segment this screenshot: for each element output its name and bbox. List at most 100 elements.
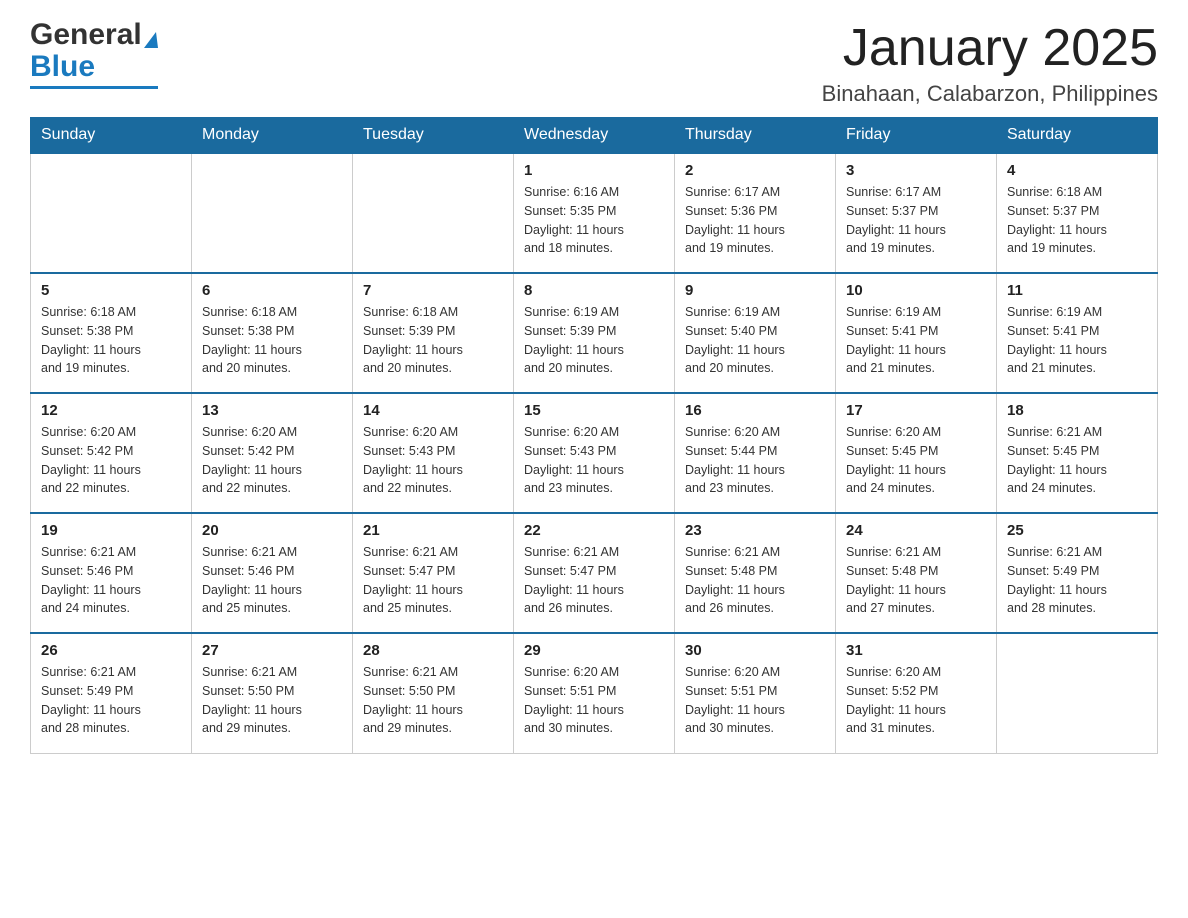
logo-general-text: General — [30, 20, 142, 50]
day-number: 10 — [846, 282, 986, 299]
calendar-cell: 14 Sunrise: 6:20 AM Sunset: 5:43 PM Dayli… — [353, 393, 514, 513]
calendar-week-row: 1Sunrise: 6:16 AM Sunset: 5:35 PM Daylig… — [31, 153, 1158, 273]
day-info: Sunrise: 6:20 AM Sunset: 5:52 PM Dayligh… — [846, 663, 986, 738]
day-number: 28 — [363, 642, 503, 659]
day-number: 31 — [846, 642, 986, 659]
day-number: 17 — [846, 402, 986, 419]
calendar-cell: 28 Sunrise: 6:21 AM Sunset: 5:50 PM Dayli… — [353, 633, 514, 753]
day-info: Sunrise: 6:21 AM Sunset: 5:46 PM Dayligh… — [41, 543, 181, 618]
day-number: 5 — [41, 282, 181, 299]
day-number: 19 — [41, 522, 181, 539]
day-info: Sunrise: 6:20 AM Sunset: 5:45 PM Dayligh… — [846, 423, 986, 498]
calendar-cell: 31 Sunrise: 6:20 AM Sunset: 5:52 PM Dayli… — [836, 633, 997, 753]
day-info: Sunrise: 6:18 AM Sunset: 5:38 PM Dayligh… — [41, 303, 181, 378]
day-info: Sunrise: 6:21 AM Sunset: 5:47 PM Dayligh… — [363, 543, 503, 618]
calendar-cell — [192, 153, 353, 273]
day-info: Sunrise: 6:17 AM Sunset: 5:36 PM Dayligh… — [685, 183, 825, 258]
day-info: Sunrise: 6:21 AM Sunset: 5:50 PM Dayligh… — [202, 663, 342, 738]
day-number: 25 — [1007, 522, 1147, 539]
calendar-cell: 23Sunrise: 6:21 AM Sunset: 5:48 PM Dayli… — [675, 513, 836, 633]
calendar-cell: 1Sunrise: 6:16 AM Sunset: 5:35 PM Daylig… — [514, 153, 675, 273]
day-number: 7 — [363, 282, 503, 299]
calendar-cell: 19 Sunrise: 6:21 AM Sunset: 5:46 PM Dayli… — [31, 513, 192, 633]
calendar-week-row: 12Sunrise: 6:20 AM Sunset: 5:42 PM Dayli… — [31, 393, 1158, 513]
day-info: Sunrise: 6:21 AM Sunset: 5:47 PM Dayligh… — [524, 543, 664, 618]
location-title: Binahaan, Calabarzon, Philippines — [822, 81, 1158, 107]
day-header-sunday: Sunday — [31, 118, 192, 154]
day-info: Sunrise: 6:18 AM Sunset: 5:38 PM Dayligh… — [202, 303, 342, 378]
calendar-cell: 10 Sunrise: 6:19 AM Sunset: 5:41 PM Dayli… — [836, 273, 997, 393]
day-info: Sunrise: 6:21 AM Sunset: 5:49 PM Dayligh… — [1007, 543, 1147, 618]
day-number: 23 — [685, 522, 825, 539]
day-info: Sunrise: 6:18 AM Sunset: 5:37 PM Dayligh… — [1007, 183, 1147, 258]
calendar-week-row: 19 Sunrise: 6:21 AM Sunset: 5:46 PM Dayli… — [31, 513, 1158, 633]
day-number: 11 — [1007, 282, 1147, 299]
day-number: 9 — [685, 282, 825, 299]
calendar-week-row: 5 Sunrise: 6:18 AM Sunset: 5:38 PM Daylig… — [31, 273, 1158, 393]
day-info: Sunrise: 6:21 AM Sunset: 5:48 PM Dayligh… — [846, 543, 986, 618]
day-info: Sunrise: 6:20 AM Sunset: 5:42 PM Dayligh… — [41, 423, 181, 498]
calendar-cell: 18Sunrise: 6:21 AM Sunset: 5:45 PM Dayli… — [997, 393, 1158, 513]
calendar-cell: 26Sunrise: 6:21 AM Sunset: 5:49 PM Dayli… — [31, 633, 192, 753]
day-info: Sunrise: 6:17 AM Sunset: 5:37 PM Dayligh… — [846, 183, 986, 258]
calendar-cell: 16 Sunrise: 6:20 AM Sunset: 5:44 PM Dayli… — [675, 393, 836, 513]
calendar-cell: 25 Sunrise: 6:21 AM Sunset: 5:49 PM Dayli… — [997, 513, 1158, 633]
day-header-friday: Friday — [836, 118, 997, 154]
day-number: 30 — [685, 642, 825, 659]
month-title: January 2025 — [822, 20, 1158, 77]
page-header: General Blue January 2025 Binahaan, Cala… — [30, 20, 1158, 107]
day-header-thursday: Thursday — [675, 118, 836, 154]
calendar-cell: 9 Sunrise: 6:19 AM Sunset: 5:40 PM Daylig… — [675, 273, 836, 393]
day-number: 21 — [363, 522, 503, 539]
calendar-cell: 27 Sunrise: 6:21 AM Sunset: 5:50 PM Dayli… — [192, 633, 353, 753]
calendar-cell: 4Sunrise: 6:18 AM Sunset: 5:37 PM Daylig… — [997, 153, 1158, 273]
day-info: Sunrise: 6:20 AM Sunset: 5:51 PM Dayligh… — [685, 663, 825, 738]
day-header-wednesday: Wednesday — [514, 118, 675, 154]
day-number: 22 — [524, 522, 664, 539]
calendar-cell: 13 Sunrise: 6:20 AM Sunset: 5:42 PM Dayli… — [192, 393, 353, 513]
logo-blue-text: Blue — [30, 50, 95, 84]
calendar-cell: 8 Sunrise: 6:19 AM Sunset: 5:39 PM Daylig… — [514, 273, 675, 393]
calendar-cell: 15 Sunrise: 6:20 AM Sunset: 5:43 PM Dayli… — [514, 393, 675, 513]
calendar-cell — [997, 633, 1158, 753]
day-number: 16 — [685, 402, 825, 419]
calendar-cell: 2 Sunrise: 6:17 AM Sunset: 5:36 PM Daylig… — [675, 153, 836, 273]
logo-underline — [30, 86, 158, 89]
day-info: Sunrise: 6:20 AM Sunset: 5:43 PM Dayligh… — [524, 423, 664, 498]
calendar-cell: 6 Sunrise: 6:18 AM Sunset: 5:38 PM Daylig… — [192, 273, 353, 393]
calendar-table: SundayMondayTuesdayWednesdayThursdayFrid… — [30, 117, 1158, 754]
day-info: Sunrise: 6:19 AM Sunset: 5:39 PM Dayligh… — [524, 303, 664, 378]
day-info: Sunrise: 6:20 AM Sunset: 5:42 PM Dayligh… — [202, 423, 342, 498]
day-info: Sunrise: 6:20 AM Sunset: 5:43 PM Dayligh… — [363, 423, 503, 498]
calendar-cell: 5 Sunrise: 6:18 AM Sunset: 5:38 PM Daylig… — [31, 273, 192, 393]
day-header-monday: Monday — [192, 118, 353, 154]
logo-triangle-icon — [144, 32, 158, 48]
calendar-cell — [31, 153, 192, 273]
day-info: Sunrise: 6:19 AM Sunset: 5:41 PM Dayligh… — [1007, 303, 1147, 378]
day-number: 14 — [363, 402, 503, 419]
day-info: Sunrise: 6:21 AM Sunset: 5:50 PM Dayligh… — [363, 663, 503, 738]
day-info: Sunrise: 6:20 AM Sunset: 5:44 PM Dayligh… — [685, 423, 825, 498]
day-info: Sunrise: 6:18 AM Sunset: 5:39 PM Dayligh… — [363, 303, 503, 378]
calendar-cell: 7 Sunrise: 6:18 AM Sunset: 5:39 PM Daylig… — [353, 273, 514, 393]
calendar-cell: 17 Sunrise: 6:20 AM Sunset: 5:45 PM Dayli… — [836, 393, 997, 513]
day-number: 6 — [202, 282, 342, 299]
calendar-cell: 20Sunrise: 6:21 AM Sunset: 5:46 PM Dayli… — [192, 513, 353, 633]
calendar-cell: 29Sunrise: 6:20 AM Sunset: 5:51 PM Dayli… — [514, 633, 675, 753]
day-number: 8 — [524, 282, 664, 299]
calendar-week-row: 26Sunrise: 6:21 AM Sunset: 5:49 PM Dayli… — [31, 633, 1158, 753]
day-number: 29 — [524, 642, 664, 659]
logo: General Blue — [30, 20, 158, 89]
day-number: 27 — [202, 642, 342, 659]
calendar-cell — [353, 153, 514, 273]
day-number: 24 — [846, 522, 986, 539]
day-number: 2 — [685, 162, 825, 179]
day-info: Sunrise: 6:19 AM Sunset: 5:41 PM Dayligh… — [846, 303, 986, 378]
day-number: 13 — [202, 402, 342, 419]
day-info: Sunrise: 6:19 AM Sunset: 5:40 PM Dayligh… — [685, 303, 825, 378]
day-number: 15 — [524, 402, 664, 419]
calendar-header-row: SundayMondayTuesdayWednesdayThursdayFrid… — [31, 118, 1158, 154]
day-info: Sunrise: 6:21 AM Sunset: 5:46 PM Dayligh… — [202, 543, 342, 618]
day-header-saturday: Saturday — [997, 118, 1158, 154]
title-block: January 2025 Binahaan, Calabarzon, Phili… — [822, 20, 1158, 107]
